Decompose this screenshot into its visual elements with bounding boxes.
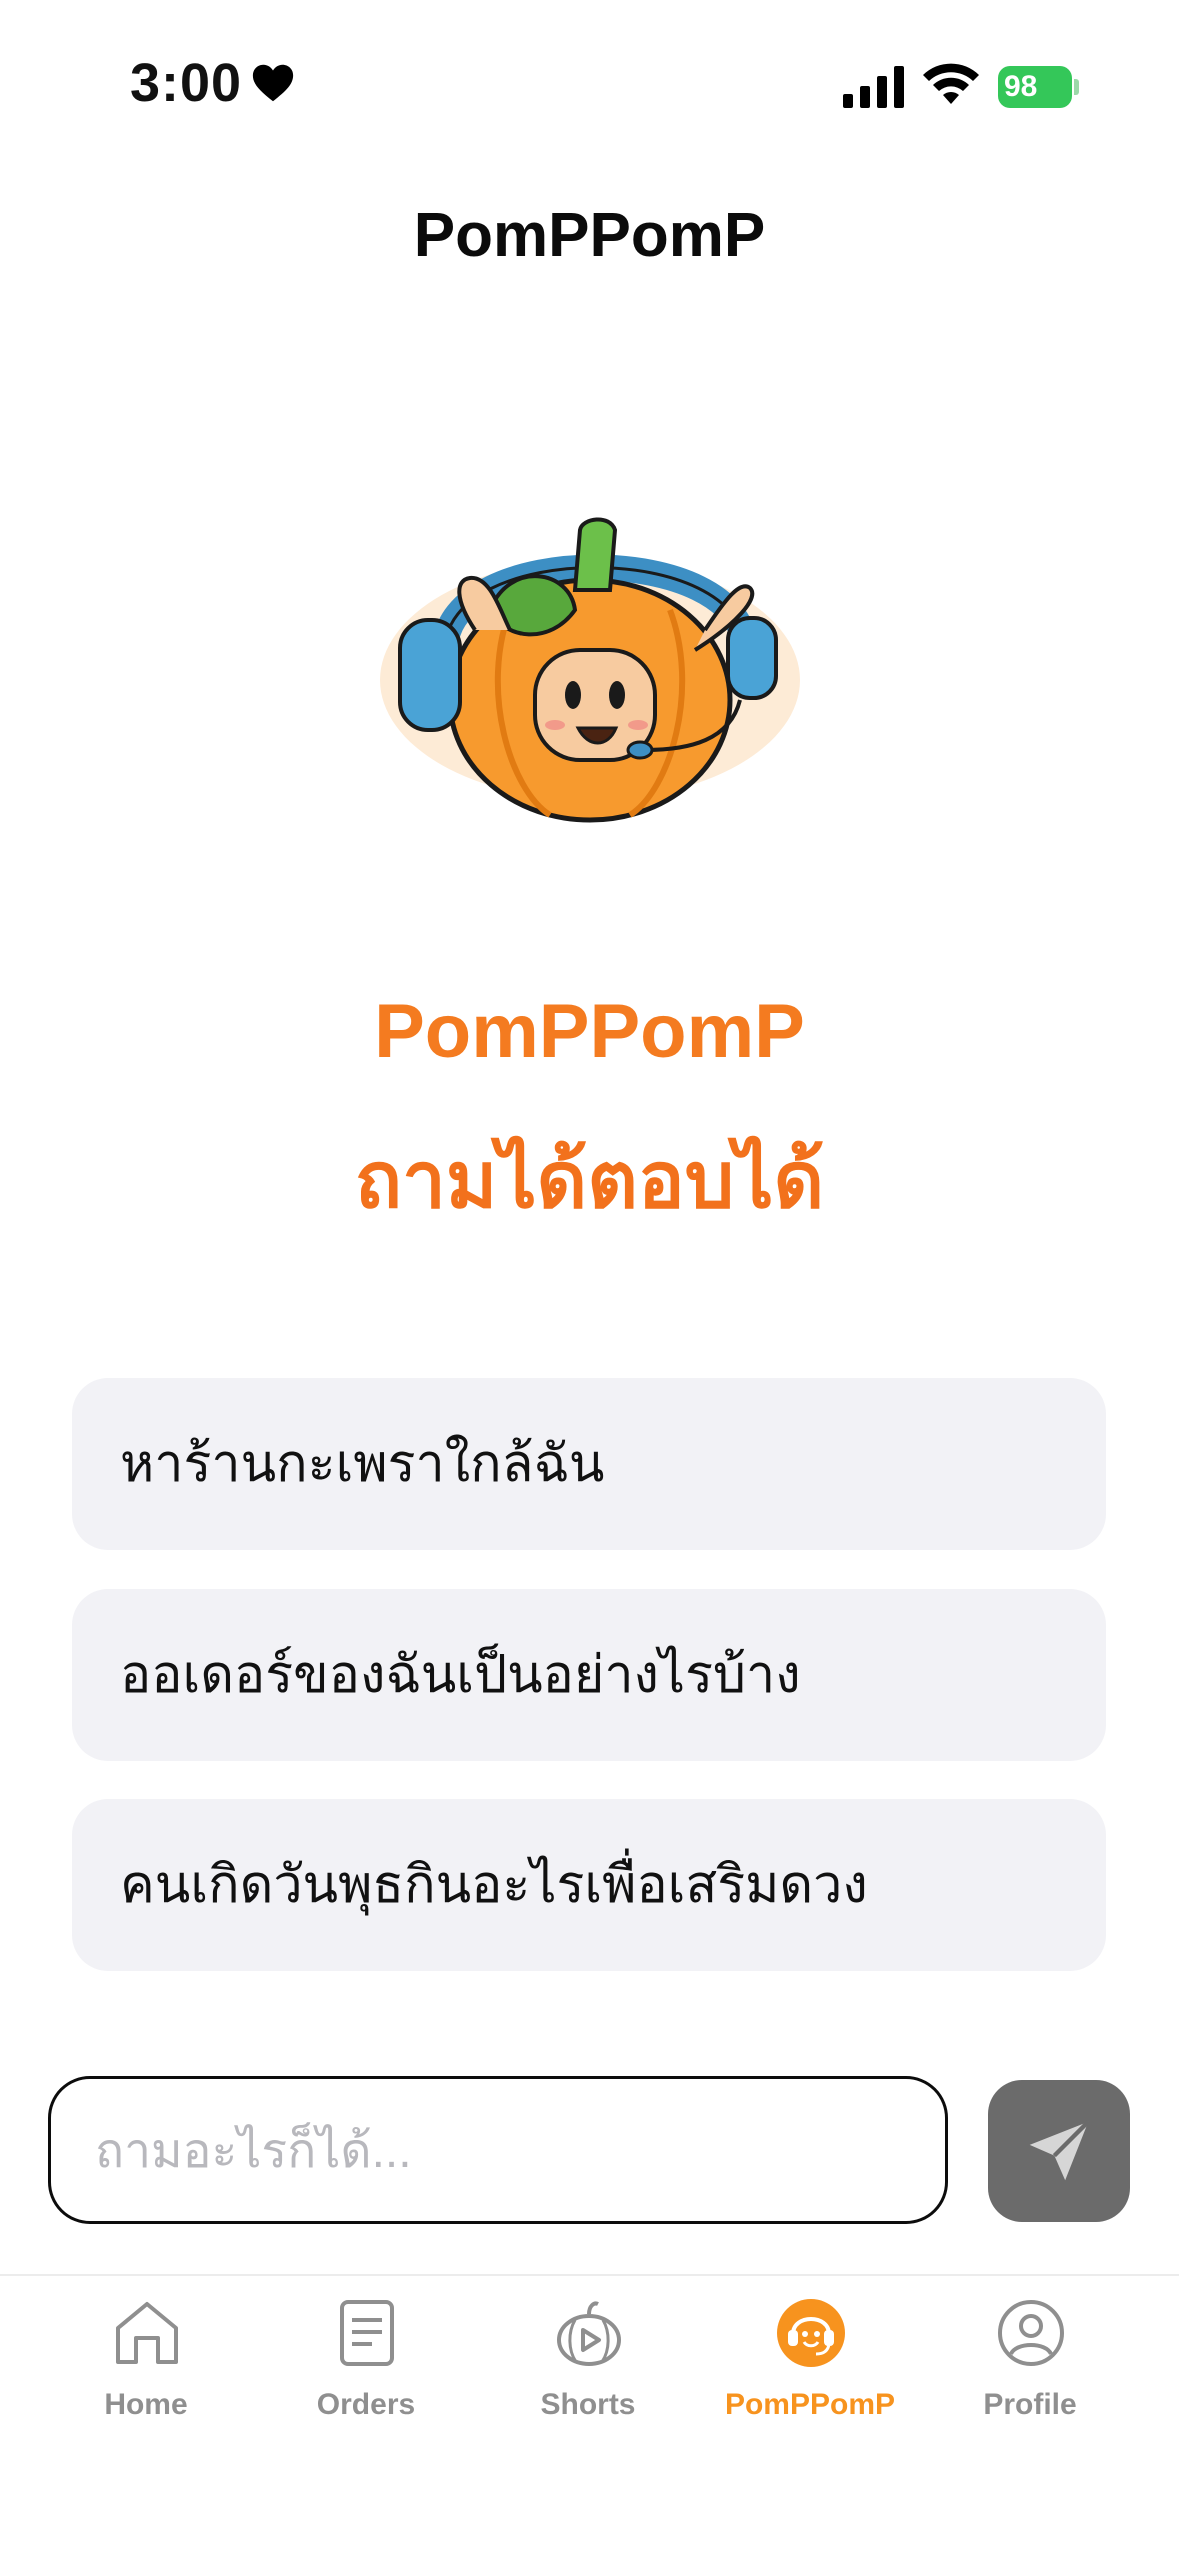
- suggestion-label: ออเดอร์ของฉันเป็นอย่างไรบ้าง: [120, 1646, 801, 1704]
- tab-label: Shorts: [540, 2388, 636, 2421]
- battery-cap: [1074, 79, 1079, 95]
- bottom-tab-bar: Home Orders Shorts PomPPomP Profile: [0, 2274, 1179, 2558]
- chat-input[interactable]: [93, 2079, 917, 2223]
- document-icon: [340, 2300, 394, 2366]
- wifi-icon: [923, 63, 979, 104]
- suggestion-chip[interactable]: ออเดอร์ของฉันเป็นอย่างไรบ้าง: [72, 1589, 1106, 1761]
- tab-home[interactable]: Home: [36, 2298, 256, 2438]
- user-circle-icon: [998, 2300, 1064, 2366]
- battery-level: 98: [998, 66, 1072, 108]
- chat-input-container[interactable]: [48, 2076, 948, 2224]
- tab-orders[interactable]: Orders: [256, 2298, 476, 2438]
- tab-label: PomPPomP: [724, 2388, 896, 2421]
- send-button[interactable]: [988, 2080, 1130, 2222]
- tab-label: Profile: [983, 2388, 1077, 2421]
- paper-plane-icon: [1029, 2120, 1090, 2181]
- pumpkin-mascot-illustration: [380, 517, 800, 823]
- cellular-signal-icon: [843, 66, 904, 108]
- battery-icon: 98: [998, 66, 1079, 108]
- suggestion-chip[interactable]: หาร้านกะเพราใกล้ฉัน: [72, 1378, 1106, 1550]
- status-bar: 3:00 98: [0, 0, 1179, 170]
- heart-icon: [252, 64, 294, 102]
- home-icon: [116, 2302, 178, 2364]
- suggestion-chip[interactable]: คนเกิดวันพุธกินอะไรเพื่อเสริมดวง: [72, 1799, 1106, 1971]
- pumpkin-headset-icon: [777, 2299, 845, 2367]
- hero-brand-title: PomPPomP: [374, 989, 805, 1074]
- tab-shorts[interactable]: Shorts: [478, 2298, 698, 2438]
- pumpkin-play-icon: [557, 2301, 621, 2366]
- tab-label: Home: [104, 2388, 188, 2421]
- tab-profile[interactable]: Profile: [920, 2298, 1140, 2438]
- tab-label: Orders: [316, 2388, 416, 2421]
- tab-pomppomp[interactable]: PomPPomP: [700, 2298, 920, 2438]
- suggestion-label: หาร้านกะเพราใกล้ฉัน: [120, 1435, 605, 1493]
- status-time: 3:00: [130, 53, 243, 113]
- suggestion-label: คนเกิดวันพุธกินอะไรเพื่อเสริมดวง: [120, 1856, 868, 1914]
- page-title: PomPPomP: [413, 201, 766, 270]
- hero-tagline: ถามได้ตอบได้: [354, 1136, 825, 1224]
